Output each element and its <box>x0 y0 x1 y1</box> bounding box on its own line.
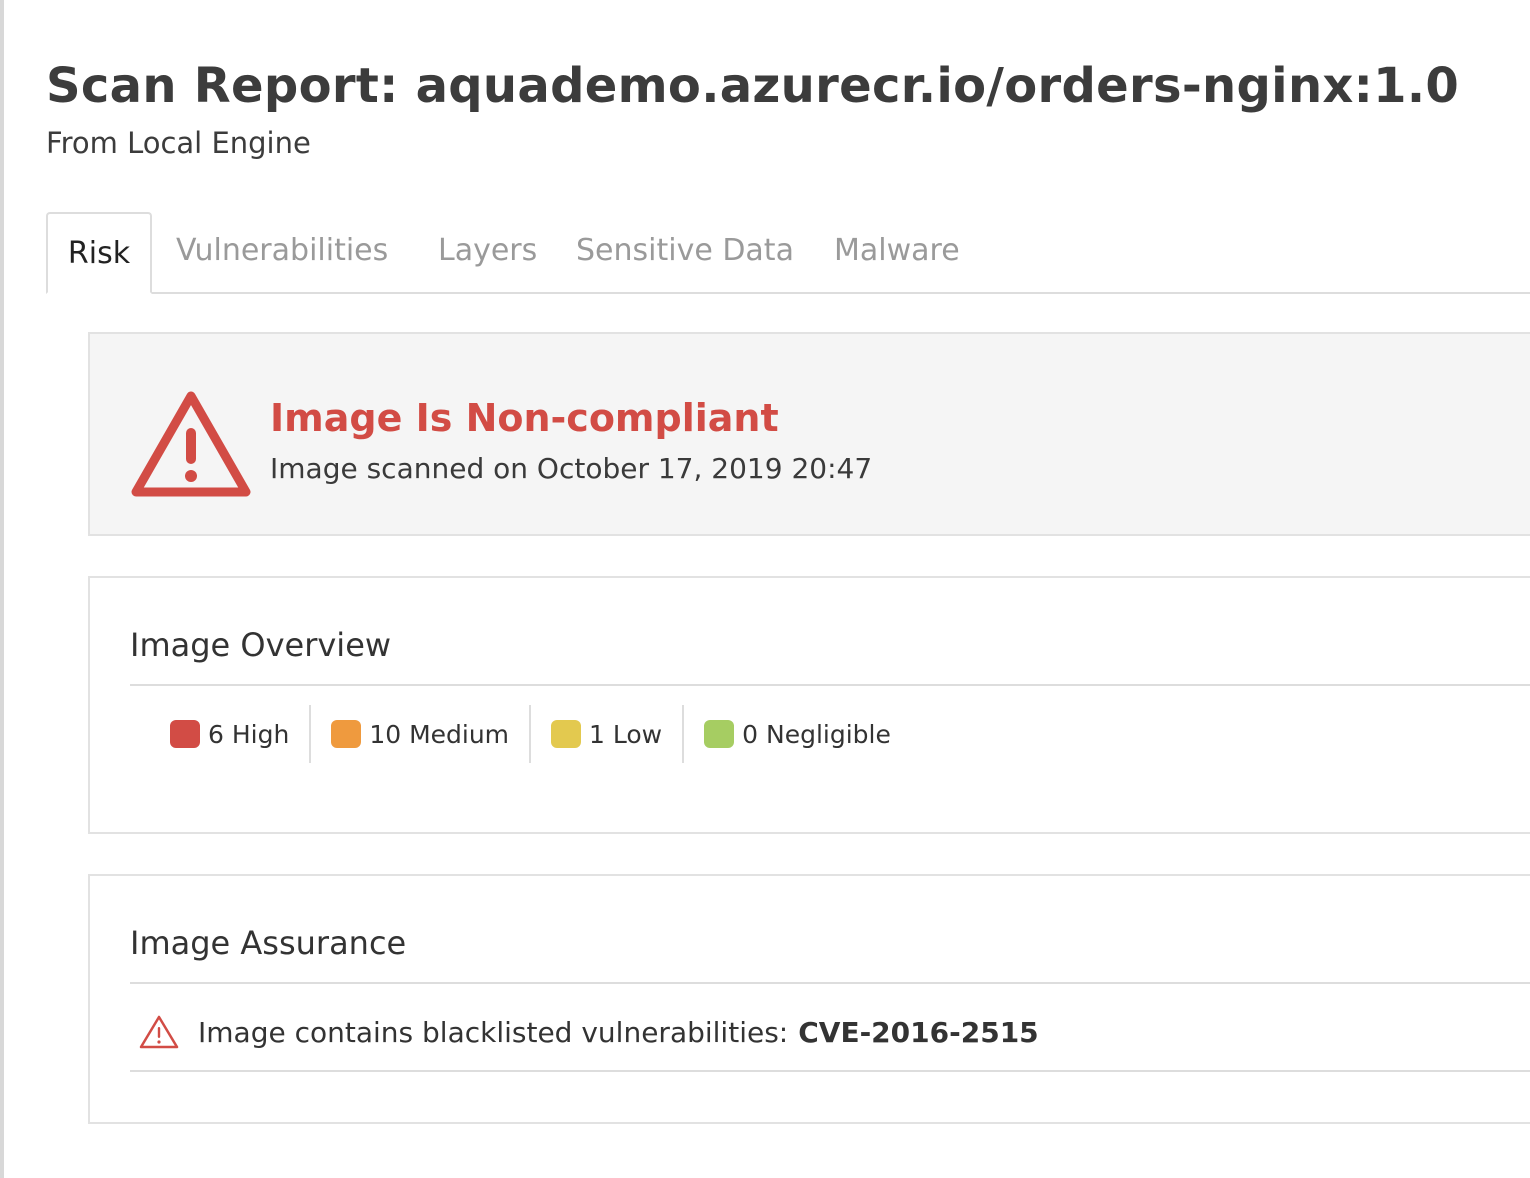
image-assurance-card: Image Assurance Image contains blacklist… <box>88 874 1530 1124</box>
tab-risk[interactable]: Risk <box>46 212 152 294</box>
medium-swatch-icon <box>331 720 362 748</box>
warning-outline-icon <box>139 1015 179 1049</box>
tab-malware[interactable]: Malware <box>834 212 960 292</box>
severity-high-label: 6 High <box>208 719 290 749</box>
image-overview-title: Image Overview <box>130 626 392 664</box>
compliance-status-card: Image Is Non-compliant Image scanned on … <box>88 332 1530 536</box>
low-swatch-icon <box>551 720 582 748</box>
negligible-swatch-icon <box>704 720 735 748</box>
assurance-message: Image contains blacklisted vulnerabiliti… <box>198 1015 789 1049</box>
report-tabs: Risk Vulnerabilities Layers Sensitive Da… <box>46 212 1530 294</box>
scan-timestamp: Image scanned on October 17, 2019 20:47 <box>270 452 873 485</box>
compliance-status: Image Is Non-compliant <box>270 396 779 440</box>
divider <box>130 684 1530 686</box>
severity-medium-label: 10 Medium <box>369 719 510 749</box>
image-assurance-title: Image Assurance <box>130 924 407 962</box>
divider <box>130 982 1530 984</box>
severity-negligible-label: 0 Negligible <box>742 719 891 749</box>
high-swatch-icon <box>170 720 200 748</box>
divider <box>130 1070 1530 1072</box>
cve-link[interactable]: CVE-2016-2515 <box>798 1016 1038 1049</box>
assurance-item: Image contains blacklisted vulnerabiliti… <box>138 1012 1039 1052</box>
tab-sensitive-data[interactable]: Sensitive Data <box>576 212 794 292</box>
warning-triangle-icon <box>131 391 251 497</box>
severity-medium[interactable]: 10 Medium <box>309 705 529 763</box>
severity-high[interactable]: 6 High <box>150 705 309 763</box>
severity-low[interactable]: 1 Low <box>529 705 682 763</box>
severity-low-label: 1 Low <box>589 719 663 749</box>
image-overview-card: Image Overview 6 High 10 Medium 1 Low 0 … <box>88 576 1530 834</box>
scan-report-page: Scan Report: aquademo.azurecr.io/orders-… <box>0 0 1530 1178</box>
page-title: Scan Report: aquademo.azurecr.io/orders-… <box>46 58 1460 114</box>
page-subtitle: From Local Engine <box>46 126 311 160</box>
severity-counts: 6 High 10 Medium 1 Low 0 Negligible <box>150 704 911 764</box>
tab-vulnerabilities[interactable]: Vulnerabilities <box>176 212 388 292</box>
severity-negligible[interactable]: 0 Negligible <box>682 705 911 763</box>
tab-layers[interactable]: Layers <box>438 212 537 292</box>
